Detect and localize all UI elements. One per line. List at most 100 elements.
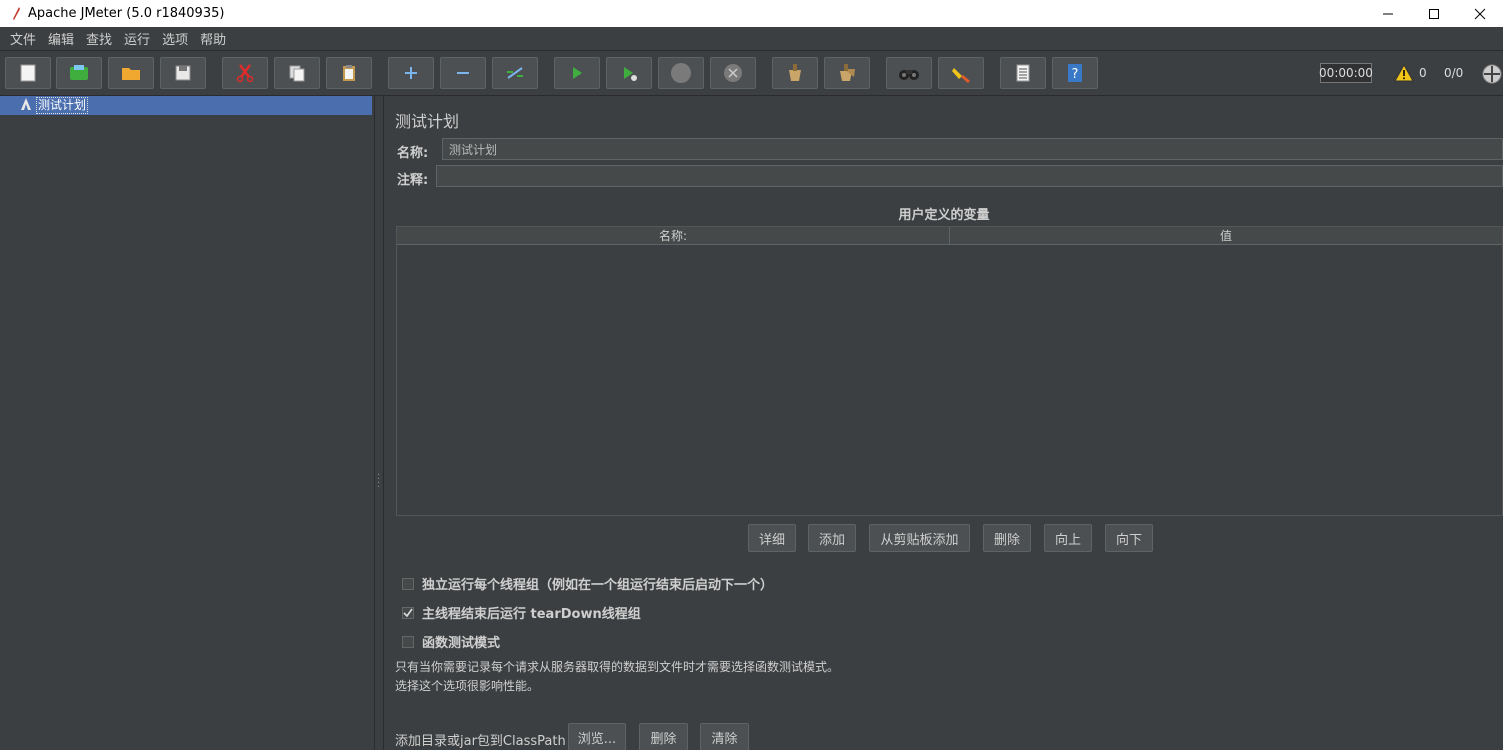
clear-broom-icon: [789, 64, 801, 81]
stop-button[interactable]: [658, 57, 704, 89]
jmeter-window: Apache JMeter (5.0 r1840935) 文件 编辑 查找 运行…: [0, 0, 1503, 750]
test-tree-panel: 测试计划: [0, 96, 374, 750]
comment-label: 注释:: [397, 173, 429, 188]
binoculars-icon: [899, 70, 919, 80]
serialize-label: 独立运行每个线程组（例如在一个组运行结束后启动下一个）: [422, 578, 774, 593]
templates-button[interactable]: [56, 57, 102, 89]
stop-icon: [671, 63, 691, 83]
tree-item-test-plan[interactable]: 测试计划: [0, 96, 372, 115]
test-plan-editor: 测试计划 名称: 测试计划 注释: 用户定义的变量 名称: 值 详细 添加 从剪…: [385, 96, 1503, 750]
search-button[interactable]: [886, 57, 932, 89]
plus-icon: [405, 67, 417, 79]
functional-mode-checkbox[interactable]: [402, 635, 414, 648]
cut-button[interactable]: [222, 57, 268, 89]
option-teardown-on-shutdown[interactable]: 主线程结束后运行 tearDown线程组: [402, 603, 641, 622]
save-icon: [175, 65, 191, 81]
new-button[interactable]: [5, 57, 51, 89]
play-no-timers-icon: [624, 67, 637, 81]
function-list-icon: [1016, 64, 1030, 82]
title-bar: Apache JMeter (5.0 r1840935): [0, 0, 1503, 27]
functional-mode-label: 函数测试模式: [422, 636, 501, 651]
help-book-icon: ?: [1068, 64, 1082, 82]
column-header-name[interactable]: 名称:: [397, 227, 949, 244]
menu-help[interactable]: 帮助: [194, 29, 232, 48]
detail-button[interactable]: 详细: [748, 524, 796, 552]
menu-bar: 文件 编辑 查找 运行 选项 帮助: [0, 27, 1503, 51]
help-button[interactable]: ?: [1052, 57, 1098, 89]
new-document-icon: [20, 64, 36, 82]
browse-button[interactable]: 浏览...: [568, 723, 626, 750]
clear-button[interactable]: [772, 57, 818, 89]
serialize-checkbox[interactable]: [402, 577, 414, 590]
templates-icon: [70, 65, 88, 80]
reset-search-button[interactable]: [938, 57, 984, 89]
maximize-button[interactable]: [1411, 0, 1457, 27]
warning-icon[interactable]: [1394, 63, 1414, 86]
scissors-icon: [236, 64, 254, 83]
collapse-button[interactable]: [440, 57, 486, 89]
table-header: 名称: 值: [397, 227, 1502, 245]
minus-icon: [457, 72, 469, 74]
toolbar: ? 00:00:00 0 0/0: [0, 51, 1503, 96]
save-button[interactable]: [160, 57, 206, 89]
tree-item-label: 测试计划: [36, 97, 89, 114]
paste-clipboard-icon: [343, 65, 355, 81]
checkmark-icon: [403, 608, 413, 617]
clear-all-broom-icon: [840, 64, 855, 81]
start-no-pause-button[interactable]: [606, 57, 652, 89]
classpath-label: 添加目录或jar包到ClassPath: [395, 734, 566, 749]
move-up-button[interactable]: 向上: [1044, 524, 1092, 552]
paste-button[interactable]: [326, 57, 372, 89]
jmeter-feather-icon: [8, 6, 24, 22]
functional-mode-note: 只有当你需要记录每个请求从服务器取得的数据到文件时才需要选择函数测试模式。: [395, 660, 840, 674]
add-button[interactable]: 添加: [808, 524, 856, 552]
name-label: 名称:: [397, 146, 429, 161]
svg-text:?: ?: [1072, 67, 1079, 82]
window-title: Apache JMeter (5.0 r1840935): [28, 6, 225, 21]
toggle-icon: [507, 67, 523, 79]
remote-globe-icon[interactable]: [1481, 63, 1503, 89]
add-from-clipboard-button[interactable]: 从剪贴板添加: [869, 524, 970, 552]
active-thread-count: 0/0: [1444, 66, 1464, 80]
close-button[interactable]: [1457, 0, 1503, 27]
reset-search-icon: [952, 68, 970, 84]
page-title: 测试计划: [395, 112, 460, 131]
minimize-button[interactable]: [1365, 0, 1411, 27]
menu-run[interactable]: 运行: [118, 29, 156, 48]
name-field[interactable]: 测试计划: [442, 138, 1503, 160]
toggle-button[interactable]: [492, 57, 538, 89]
copy-button[interactable]: [274, 57, 320, 89]
move-down-button[interactable]: 向下: [1105, 524, 1153, 552]
performance-note: 选择这个选项很影响性能。: [395, 679, 540, 693]
start-button[interactable]: [554, 57, 600, 89]
open-button[interactable]: [108, 57, 154, 89]
variables-table[interactable]: 名称: 值: [396, 226, 1503, 516]
menu-edit[interactable]: 编辑: [42, 29, 80, 48]
user-defined-variables-title: 用户定义的变量: [898, 208, 990, 223]
menu-options[interactable]: 选项: [156, 29, 194, 48]
classpath-delete-button[interactable]: 删除: [639, 723, 688, 750]
shutdown-icon: [724, 64, 742, 82]
splitter-grip-icon: · · · ·: [377, 470, 381, 493]
option-serialize-thread-groups[interactable]: 独立运行每个线程组（例如在一个组运行结束后启动下一个）: [402, 574, 773, 593]
option-functional-test-mode[interactable]: 函数测试模式: [402, 632, 500, 651]
column-header-value[interactable]: 值: [949, 227, 1502, 244]
expand-button[interactable]: [388, 57, 434, 89]
classpath-clear-button[interactable]: 清除: [700, 723, 749, 750]
copy-icon: [289, 65, 305, 82]
elapsed-timer: 00:00:00: [1319, 63, 1373, 83]
play-icon: [573, 67, 582, 79]
shutdown-button[interactable]: [710, 57, 756, 89]
menu-search[interactable]: 查找: [80, 29, 118, 48]
open-folder-icon: [122, 68, 140, 80]
warning-count: 0: [1419, 66, 1427, 80]
clear-all-button[interactable]: [824, 57, 870, 89]
test-plan-icon: [20, 97, 32, 115]
teardown-label: 主线程结束后运行 tearDown线程组: [422, 607, 641, 622]
comment-field[interactable]: [436, 165, 1503, 187]
teardown-checkbox[interactable]: [402, 606, 414, 619]
delete-button[interactable]: 删除: [983, 524, 1031, 552]
panel-splitter[interactable]: · · · ·: [374, 96, 384, 750]
function-helper-button[interactable]: [1000, 57, 1046, 89]
menu-file[interactable]: 文件: [4, 29, 42, 48]
